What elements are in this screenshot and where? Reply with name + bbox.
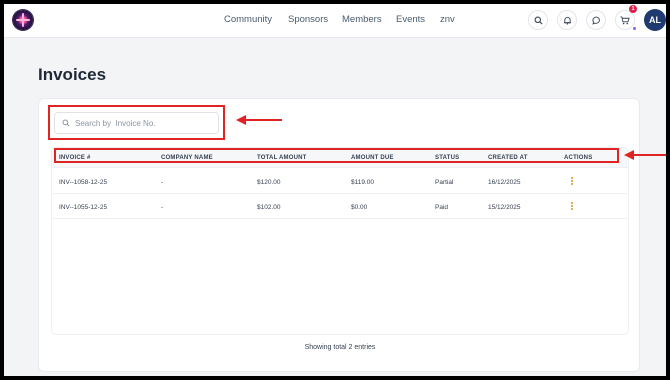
nav-members[interactable]: Members [342, 14, 382, 25]
table-row[interactable]: INV--1058-12-25 - $120.00 $119.00 Partia… [52, 169, 628, 194]
amount-due: $0.00 [351, 204, 368, 211]
col-amount-due[interactable]: AMOUNT DUE [351, 155, 394, 161]
messages-button[interactable] [586, 10, 606, 30]
total-amount: $120.00 [257, 179, 281, 186]
search-icon [534, 16, 542, 24]
status: Partial [435, 179, 454, 186]
col-status[interactable]: STATUS [435, 155, 459, 161]
nav-sponsors[interactable]: Sponsors [288, 14, 328, 25]
col-actions: ACTIONS [564, 155, 593, 161]
created-at: 16/12/2025 [488, 179, 521, 186]
row-actions-menu-icon[interactable] [569, 201, 575, 212]
search-icon [62, 119, 70, 127]
col-invoice-number[interactable]: INVOICE # [59, 155, 90, 161]
status: Paid [435, 204, 449, 211]
search-button[interactable] [528, 10, 548, 30]
invoices-table: INVOICE # COMPANY NAME TOTAL AMOUNT AMOU… [51, 147, 629, 335]
user-avatar[interactable]: AL [644, 9, 666, 31]
table-header: INVOICE # COMPANY NAME TOTAL AMOUNT AMOU… [52, 148, 628, 168]
invoice-number[interactable]: INV--1058-12-25 [59, 179, 107, 186]
cart-icon [620, 15, 630, 24]
col-total-amount[interactable]: TOTAL AMOUNT [257, 155, 307, 161]
arrow-left-icon [236, 115, 282, 125]
brand-logo[interactable] [13, 10, 33, 30]
cart-count-badge: 1 [629, 5, 637, 13]
company-name: - [161, 204, 164, 211]
created-at: 15/12/2025 [488, 204, 521, 211]
total-amount: $102.00 [257, 204, 281, 211]
app-window: Community Sponsors Members Events znv 1 … [4, 4, 666, 376]
row-actions-menu-icon[interactable] [569, 176, 575, 187]
status-dot [632, 26, 637, 31]
page-title: Invoices [38, 65, 107, 84]
col-created-at[interactable]: CREATED AT [488, 155, 528, 161]
table-row[interactable]: INV--1055-12-25 - $102.00 $0.00 Paid 15/… [52, 194, 628, 219]
col-company-name[interactable]: COMPANY NAME [161, 155, 213, 161]
amount-due: $119.00 [351, 179, 375, 186]
nav-community[interactable]: Community [224, 14, 272, 25]
invoice-search-input[interactable] [75, 115, 215, 132]
nav-znv[interactable]: znv [440, 14, 455, 25]
company-name: - [161, 179, 164, 186]
invoice-number[interactable]: INV--1055-12-25 [59, 204, 107, 211]
top-navbar: Community Sponsors Members Events znv 1 … [4, 4, 666, 38]
notifications-button[interactable] [557, 10, 577, 30]
invoices-card: INVOICE # COMPANY NAME TOTAL AMOUNT AMOU… [38, 98, 640, 372]
chat-icon [591, 16, 600, 25]
search-field[interactable] [54, 112, 219, 134]
entries-summary: Showing total 2 entries [304, 344, 376, 351]
bell-icon [563, 16, 571, 25]
nav-events[interactable]: Events [396, 14, 425, 25]
arrow-left-icon [624, 150, 666, 160]
